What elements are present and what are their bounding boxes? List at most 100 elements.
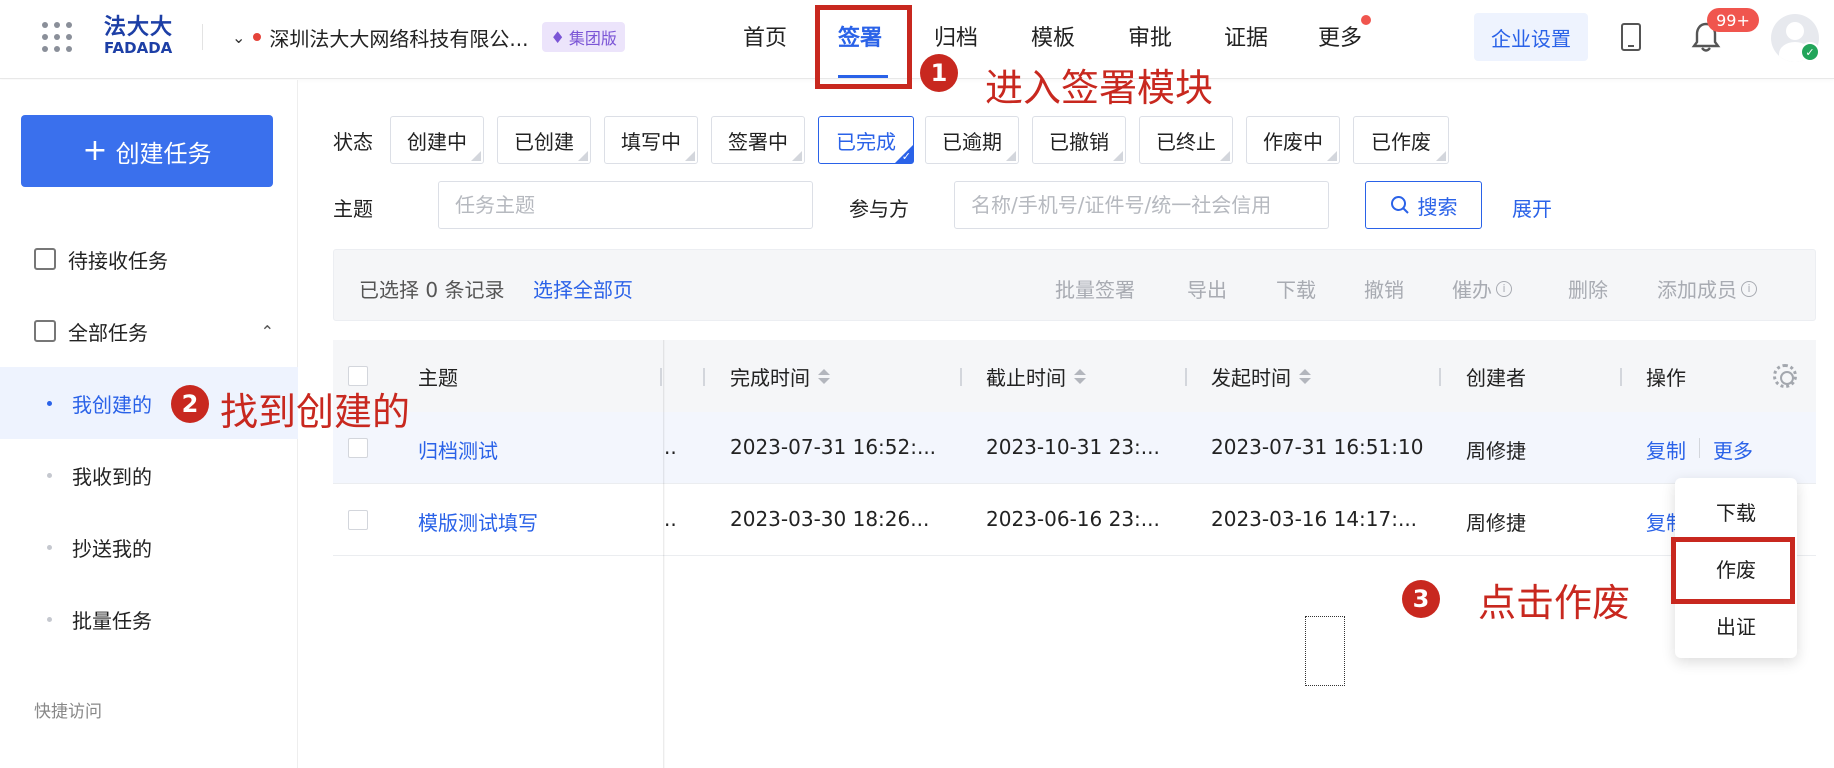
chevron-down-icon: ⌄ [232,27,246,47]
fadada-logo[interactable]: 法大大 FADADA [104,16,180,58]
search-icon [1390,196,1409,214]
create-task-button[interactable]: + 创建任务 [21,115,273,187]
annotation-step-3: 3 [1402,580,1440,618]
document-icon [34,320,56,342]
subject-label: 主题 [333,197,373,221]
table-row[interactable]: 归档测试 .. 2023-07-31 16:52:... 2023-10-31 … [333,412,1816,484]
nav-evidence[interactable]: 证据 [1224,20,1268,54]
sort-icon [818,369,830,384]
sidebar-item-all-tasks[interactable]: 全部任务 ⌃ [34,314,274,348]
th-completed-time[interactable]: 完成时间 [730,362,830,391]
th-subject: 主题 [418,366,458,390]
expand-filters-link[interactable]: 展开 [1512,193,1552,222]
top-header: 法大大 FADADA ⌄ 深圳法大大网络科技有限公... ♦ 集团版 首页 签署… [0,0,1834,79]
status-label: 状态 [333,130,373,154]
revoke-button[interactable]: 撤销 [1364,274,1404,303]
sidebar-item-batch[interactable]: 批量任务 [0,583,298,655]
info-icon: i [1496,280,1512,297]
subject-input[interactable] [438,181,813,229]
urge-button[interactable]: 催办 i [1452,274,1512,303]
company-status-dot [253,33,262,41]
row-truncated-cell: .. [664,435,677,459]
delete-button[interactable]: 删除 [1568,274,1608,303]
download-button[interactable]: 下载 [1276,274,1316,303]
row-truncated-cell: .. [664,507,677,531]
row-checkbox[interactable] [348,510,368,530]
row-checkbox[interactable] [348,438,368,458]
status-chip-revoked[interactable]: 已撤销 [1032,116,1126,164]
row-subject-link[interactable]: 模版测试填写 [418,507,538,536]
selected-count: 已选择 0 条记录 [359,278,505,302]
row-completed-time: 2023-07-31 16:52:... [730,435,937,459]
status-chip-overdue[interactable]: 已逾期 [925,116,1019,164]
sort-icon [1074,369,1086,384]
app-grid-icon[interactable] [42,22,72,52]
nav-more-dot [1361,15,1371,25]
folder-in-icon [34,248,56,270]
row-subject-link[interactable]: 归档测试 [418,435,498,464]
row-more-link[interactable]: 更多 [1713,435,1753,464]
verified-check-icon: ✓ [1800,42,1820,62]
nav-archive[interactable]: 归档 [934,20,978,54]
row-initiated-time: 2023-03-16 14:17:... [1211,507,1418,531]
diamond-icon: ♦ [550,27,565,47]
row-completed-time: 2023-03-30 18:26... [730,507,930,531]
info-icon: i [1741,280,1757,297]
sidebar-item-cc-me[interactable]: 抄送我的 [0,511,298,583]
status-chip-completed[interactable]: 已完成 ✓ [818,116,914,164]
status-chip-voiding[interactable]: 作废中 [1246,116,1340,164]
row-copy-link[interactable]: 复制 [1646,435,1686,464]
participant-input[interactable] [954,181,1329,229]
nav-approval[interactable]: 审批 [1128,20,1172,54]
participant-label: 参与方 [849,197,909,221]
fixed-column-shadow [663,340,665,768]
sidebar-item-pending[interactable]: 待接收任务 [34,242,168,276]
status-chip-terminated[interactable]: 已终止 [1139,116,1233,164]
row-initiated-time: 2023-07-31 16:51:10 [1211,435,1424,459]
nav-more[interactable]: 更多 [1318,20,1362,54]
chevron-up-icon: ⌃ [260,321,274,341]
company-switcher[interactable]: ⌄ 深圳法大大网络科技有限公... ♦ 集团版 [232,22,625,52]
company-name: 深圳法大大网络科技有限公... [269,26,529,51]
row-deadline: 2023-06-16 23:... [986,507,1160,531]
batch-sign-button[interactable]: 批量签署 [1055,274,1135,303]
enterprise-settings-button[interactable]: 企业设置 [1474,13,1588,61]
fixed-column-area [333,556,663,768]
plus-icon: + [82,133,108,168]
th-initiated-time[interactable]: 发起时间 [1211,362,1311,391]
status-chip-creating[interactable]: 创建中 [390,116,484,164]
status-chip-signing[interactable]: 签署中 [711,116,805,164]
edition-badge: ♦ 集团版 [542,22,625,52]
sidebar-item-received[interactable]: 我收到的 [0,439,298,511]
export-button[interactable]: 导出 [1187,274,1227,303]
add-member-button[interactable]: 添加成员 i [1657,274,1757,303]
nav-home[interactable]: 首页 [743,20,787,54]
th-creator: 创建者 [1466,366,1526,390]
notification-badge: 99+ [1707,8,1759,32]
annotation-box-sign-nav [815,5,912,89]
sort-icon [1299,369,1311,384]
dotted-selection-rect [1305,616,1345,686]
mobile-icon[interactable] [1621,23,1641,51]
status-chip-created[interactable]: 已创建 [497,116,591,164]
batch-toolbar: 已选择 0 条记录 选择全部页 批量签署 导出 下载 撤销 催办 i 删除 添加成… [333,249,1816,321]
quick-access-label: 快捷访问 [34,702,102,722]
dropdown-download[interactable]: 下载 [1675,486,1797,536]
status-chip-voided[interactable]: 已作废 [1353,116,1449,164]
nav-template[interactable]: 模板 [1031,20,1075,54]
header-divider [202,24,203,50]
annotation-step-1: 1 [920,54,958,92]
status-chip-filling[interactable]: 填写中 [604,116,698,164]
row-deadline: 2023-10-31 23:... [986,435,1160,459]
table-row[interactable]: 模版测试填写 .. 2023-03-30 18:26... 2023-06-16… [333,484,1816,556]
th-deadline[interactable]: 截止时间 [986,362,1086,391]
annotation-step-1-text: 进入签署模块 [985,66,1214,110]
gear-icon[interactable] [1773,364,1797,388]
row-creator: 周修捷 [1466,511,1526,535]
dropdown-issue-evidence[interactable]: 出证 [1675,600,1797,650]
search-button[interactable]: 搜索 [1365,181,1482,229]
table-header: 主题 完成时间 截止时间 发起时间 创建者 操作 [333,340,1816,412]
check-icon: ✓ [901,150,911,163]
select-all-pages-link[interactable]: 选择全部页 [533,274,633,303]
annotation-step-2-text: 找到创建的 [220,390,411,434]
